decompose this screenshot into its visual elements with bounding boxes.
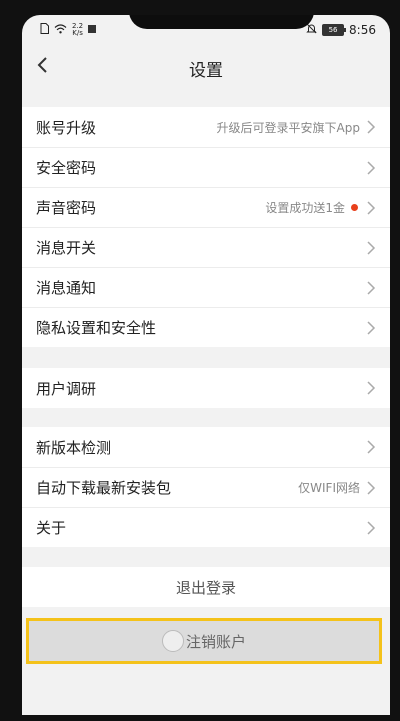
row-security-password[interactable]: 安全密码: [22, 147, 390, 187]
cancel-account-button[interactable]: 注销账户: [26, 618, 382, 664]
row-value: 仅WIFI网络: [298, 481, 360, 495]
row-message-notification[interactable]: 消息通知: [22, 267, 390, 307]
row-label: 新版本检测: [36, 438, 112, 457]
status-left: 2.2 K/s: [40, 23, 97, 37]
page-title: 设置: [189, 61, 223, 81]
row-about[interactable]: 关于: [22, 507, 390, 547]
battery-icon: 56: [322, 24, 347, 36]
net-speed-unit: K/s: [72, 29, 83, 37]
row-label: 消息开关: [36, 239, 97, 257]
settings-group-app: 新版本检测 自动下载最新安装包 仅WIFI网络 关于: [22, 427, 390, 547]
row-label: 自动下载最新安装包: [36, 479, 172, 497]
row-value: 设置成功送1金: [265, 201, 345, 215]
phone-frame: 2.2 K/s 56 8:56 设置 账号升级 升级后可登录平安旗下App 安全…: [0, 0, 400, 721]
camera-notch: [129, 15, 314, 29]
mute-bell-icon: [306, 23, 317, 37]
status-time: 8:56: [349, 23, 376, 37]
row-label: 声音密码: [36, 199, 97, 217]
touch-indicator-icon: [161, 630, 184, 652]
screen: 2.2 K/s 56 8:56 设置 账号升级 升级后可登录平安旗下App 安全…: [22, 15, 390, 715]
chevron-right-icon: [367, 320, 376, 335]
row-message-switch[interactable]: 消息开关: [22, 227, 390, 267]
chevron-right-icon: [367, 240, 376, 255]
row-privacy-security[interactable]: 隐私设置和安全性: [22, 307, 390, 347]
chevron-right-icon: [367, 381, 376, 395]
wifi-icon: [54, 23, 67, 37]
row-voice-password[interactable]: 声音密码 设置成功送1金: [22, 187, 390, 227]
chevron-right-icon: [367, 480, 376, 495]
row-user-research[interactable]: 用户调研: [22, 368, 390, 408]
chevron-right-icon: [367, 440, 376, 454]
chevron-right-icon: [367, 280, 376, 295]
nav-bar: 设置: [22, 45, 390, 89]
chevron-right-icon: [367, 120, 376, 134]
settings-group-account: 账号升级 升级后可登录平安旗下App 安全密码 声音密码 设置成功送1金 消息开…: [22, 107, 390, 347]
sim-card-icon: [40, 23, 49, 37]
cancel-account-content: 注销账户: [161, 630, 246, 652]
row-version-check[interactable]: 新版本检测: [22, 427, 390, 467]
row-label: 消息通知: [36, 279, 97, 297]
row-account-upgrade[interactable]: 账号升级 升级后可登录平安旗下App: [22, 107, 390, 147]
battery-level: 56: [328, 26, 338, 34]
net-speed: 2.2 K/s: [72, 23, 83, 37]
logout-button[interactable]: 退出登录: [22, 567, 390, 607]
status-right: 56 8:56: [306, 23, 376, 37]
row-label: 账号升级: [36, 118, 97, 137]
settings-group-research: 用户调研: [22, 368, 390, 408]
notification-dot: [351, 204, 358, 211]
row-label: 安全密码: [36, 159, 97, 177]
chevron-right-icon: [367, 200, 376, 215]
notification-square-icon: [88, 24, 97, 36]
row-label: 隐私设置和安全性: [36, 319, 157, 337]
row-label: 用户调研: [36, 379, 97, 398]
chevron-right-icon: [367, 160, 376, 175]
cancel-account-label: 注销账户: [185, 632, 246, 651]
row-label: 关于: [36, 519, 67, 537]
chevron-right-icon: [367, 520, 376, 535]
logout-label: 退出登录: [175, 578, 236, 597]
row-auto-download[interactable]: 自动下载最新安装包 仅WIFI网络: [22, 467, 390, 507]
row-value: 升级后可登录平安旗下App: [216, 120, 360, 135]
